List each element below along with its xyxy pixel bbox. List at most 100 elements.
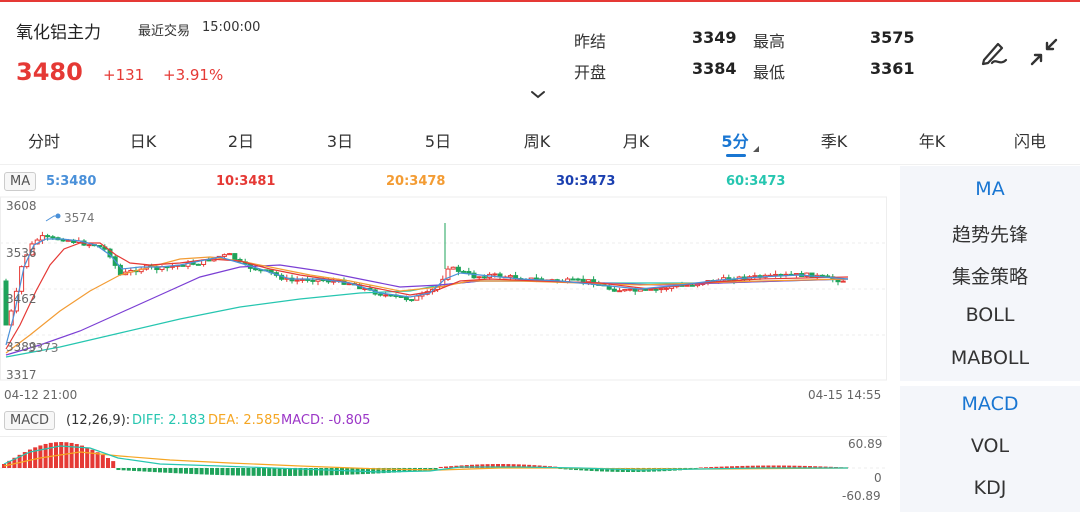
macd-bar [111,461,116,468]
tab-flash[interactable]: 闪电 [1014,128,1046,152]
macd-bar [220,468,225,476]
chevron-down-icon[interactable] [528,88,548,100]
macd-bar [100,455,105,468]
candle-body [575,278,581,281]
macd-bar [230,468,235,476]
kline-chart[interactable] [0,195,888,383]
candle-body [492,273,498,276]
contract-name: 氧化铝主力 [16,23,101,43]
candle-body [632,288,638,292]
macd-bar [340,468,344,475]
macd-indicator-tag[interactable]: MACD [4,411,55,430]
macd-bar [147,468,152,472]
macd-bar [324,468,329,476]
trade-status: 最近交易 [138,24,191,39]
macd-bar [267,468,272,476]
macd-bar [90,449,95,468]
macd-bar [438,466,443,468]
candle-body [653,288,659,291]
indicator-boll[interactable]: BOLL [900,304,1080,326]
period-tabs: 分时 日K 2日 3日 5日 周K 月K 5分 季K 年K 闪电 [0,122,1080,157]
indicator-kdj[interactable]: KDJ [900,477,1080,499]
price-change-pct: +3.91% [163,66,224,84]
candle-body [689,284,695,287]
candle-body [773,273,779,276]
candle-body [507,275,513,278]
period-dropdown-icon[interactable] [753,146,759,152]
macd-bar [724,466,729,468]
high-label: 最高 [753,32,786,51]
macd-bar [184,468,188,474]
divider [0,164,1080,165]
candles [3,223,846,327]
tab-weekly-k[interactable]: 周K [524,128,551,152]
candle-body [227,253,233,256]
tab-quarterly-k[interactable]: 季K [821,128,848,152]
macd-bar [241,468,246,476]
candle-body [86,244,92,247]
macd-bar [256,468,261,476]
indicator-vol[interactable]: VOL [900,435,1080,457]
macd-bar [48,442,53,468]
low-label: 最低 [753,63,786,82]
candle-body [585,279,591,283]
ma60-value: 60:3473 [726,174,786,189]
tab-5-day[interactable]: 5日 [425,128,451,152]
top-accent-line [0,0,1080,2]
candle-body [570,278,576,281]
ma-indicator-tag[interactable]: MA [4,172,37,191]
y-axis-label: 3608 [6,199,37,213]
candle-body [455,266,461,272]
indicator-maboll[interactable]: MABOLL [900,347,1080,369]
tab-timeshare[interactable]: 分时 [28,128,60,152]
candle-body [195,263,201,266]
candle-body [414,295,420,301]
candle-body [752,275,758,278]
candle-body [481,276,487,279]
macd-bar [730,466,734,468]
candle-body [466,271,472,274]
draw-pen-icon[interactable] [978,36,1010,68]
macd-bar [137,468,142,472]
macd-bar [38,445,43,468]
macd-y-bottom: -60.89 [842,489,881,503]
tab-monthly-k[interactable]: 月K [623,128,650,152]
macd-bar [199,468,204,475]
macd-bar [43,443,48,468]
macd-y-top: 60.89 [848,437,883,451]
macd-bar [246,468,251,476]
macd-bar [204,468,209,475]
macd-bar [282,468,287,476]
candle-body [580,278,586,283]
macd-bar [85,447,90,468]
candle-body [450,266,456,270]
indicator-ma[interactable]: MA [900,178,1080,200]
candle-body [809,272,815,278]
collapse-arrows-icon[interactable] [1028,36,1060,68]
macd-bar [329,468,334,476]
tab-5-min[interactable]: 5分 [721,128,748,152]
macd-bar [106,458,110,468]
candle-body [403,296,409,301]
macd-chart[interactable] [0,436,888,508]
candle-body [310,279,316,282]
x-axis-start: 04-12 21:00 [4,388,78,402]
tab-yearly-k[interactable]: 年K [919,128,946,152]
candle-body [232,253,238,260]
indicator-macd[interactable]: MACD [900,393,1080,415]
tab-2-day[interactable]: 2日 [228,128,254,152]
indicator-trend-pioneer[interactable]: 趋势先锋 [900,220,1080,247]
y-axis-label: 3317 [6,368,37,382]
macd-bar [719,466,724,468]
macd-bar [698,467,703,468]
candle-body [180,264,186,267]
tab-daily-k[interactable]: 日K [130,128,157,152]
macd-bar [210,468,214,475]
tab-3-day[interactable]: 3日 [327,128,353,152]
macd-bar [189,468,194,474]
candle-body [663,287,669,290]
indicator-fund-strategy[interactable]: 集金策略 [900,262,1080,289]
indicator-panel: MA 趋势先锋 集金策略 BOLL MABOLL MACD VOL KDJ [900,166,1080,512]
prev-close-label: 昨结 [574,32,607,51]
macd-diff-value: DIFF: 2.183 [132,413,206,428]
